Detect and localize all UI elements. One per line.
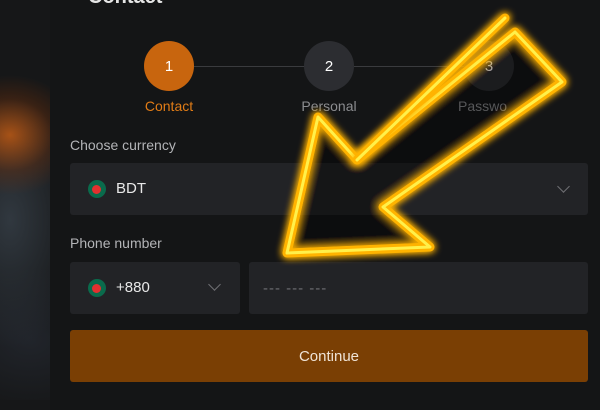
currency-value: BDT (116, 180, 146, 197)
step-1-circle: 1 (144, 41, 194, 91)
step-connector (354, 66, 464, 67)
form-heading: Contact (88, 0, 162, 9)
step-3-circle: 3 (464, 41, 514, 91)
step-2-label: Personal (301, 98, 357, 114)
step-1-number: 1 (164, 57, 174, 75)
chevron-down-icon (557, 180, 570, 193)
chevron-down-icon (208, 278, 221, 291)
phone-number-input[interactable] (249, 262, 588, 314)
continue-button[interactable]: Continue (70, 330, 588, 382)
step-2-number: 2 (324, 57, 334, 75)
step-3-number: 3 (484, 57, 494, 75)
country-code-select[interactable]: +880 (70, 262, 240, 314)
country-code-value: +880 (116, 279, 150, 296)
bangladesh-flag-icon (88, 180, 106, 198)
step-1-label: Contact (144, 98, 194, 114)
currency-select[interactable]: BDT (70, 163, 588, 215)
currency-label: Choose currency (70, 137, 176, 153)
phone-label: Phone number (70, 235, 162, 251)
step-connector (194, 66, 306, 67)
step-2-circle: 2 (304, 41, 354, 91)
bangladesh-flag-icon (88, 279, 106, 297)
step-3-label: Passwo (458, 98, 508, 114)
